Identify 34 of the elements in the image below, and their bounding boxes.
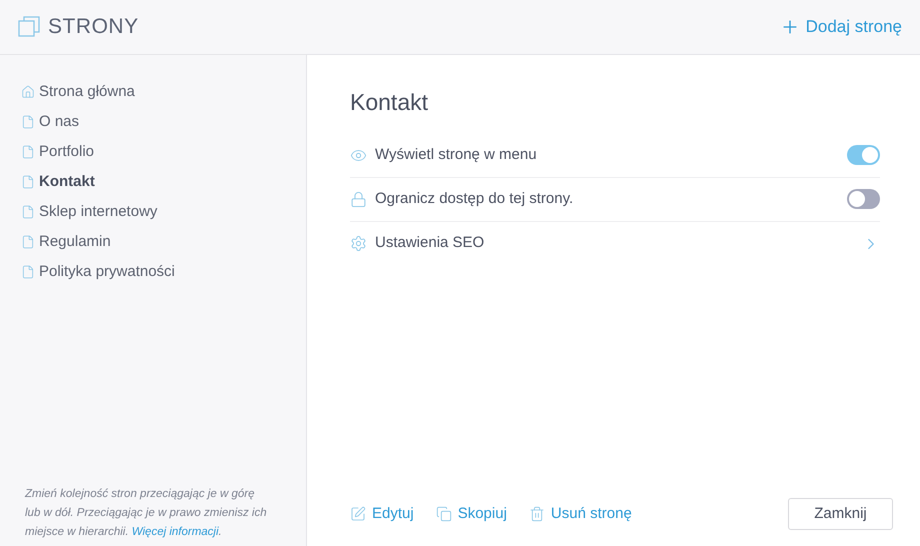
pages-icon xyxy=(18,16,40,38)
sidebar-item[interactable]: Polityka prywatności xyxy=(0,257,306,287)
section-title: Kontakt xyxy=(350,88,429,117)
close-button[interactable]: Zamknij xyxy=(788,498,893,530)
page-icon xyxy=(21,205,35,219)
setting-label: Ustawienia SEO xyxy=(375,233,484,254)
sidebar-item[interactable]: Sklep internetowy xyxy=(0,197,306,227)
action-link[interactable]: Edytuj xyxy=(350,502,414,526)
toggle-switch[interactable] xyxy=(847,189,880,209)
action-link[interactable]: Usuń stronę xyxy=(528,502,632,526)
page-title: STRONY xyxy=(48,14,139,40)
page-icon xyxy=(21,115,35,129)
lock-icon xyxy=(350,190,367,208)
sidebar-item[interactable]: Kontakt xyxy=(0,167,306,197)
setting-label: Ogranicz dostęp do tej strony. xyxy=(375,188,574,209)
sidebar-item[interactable]: Strona główna xyxy=(0,77,306,107)
more-info-link[interactable]: Więcej informacji xyxy=(132,526,219,538)
page-icon xyxy=(21,265,35,279)
setting-label: Wyświetl stronę w menu xyxy=(375,144,537,165)
add-page-button[interactable]: Dodaj stronę xyxy=(780,14,902,40)
sidebar-item[interactable]: Portfolio xyxy=(0,137,306,167)
help-text: Zmień kolejność stron przeciągając je w górę lub w dół. Przeciągając je w prawo zmienisz ich miejsce w hierarchii. Więcej informacji. xyxy=(24,487,268,540)
page-icon xyxy=(21,235,35,249)
action-link[interactable]: Skopiuj xyxy=(436,502,507,526)
edit-icon xyxy=(350,506,366,522)
sidebar-item[interactable]: Regulamin xyxy=(0,227,306,257)
sidebar-item[interactable]: O nas xyxy=(0,107,306,137)
trash-icon xyxy=(528,506,545,522)
page-icon xyxy=(21,175,35,189)
home-icon xyxy=(21,85,35,99)
copy-icon xyxy=(436,506,452,522)
toggle-switch[interactable] xyxy=(847,145,880,165)
page-icon xyxy=(21,145,35,159)
settings-icon xyxy=(350,235,367,252)
